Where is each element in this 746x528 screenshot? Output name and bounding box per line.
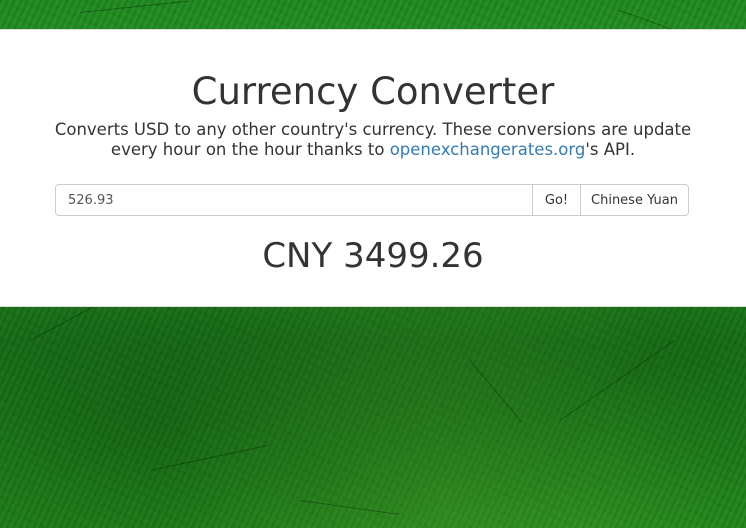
go-button[interactable]: Go! [533,184,581,216]
conversion-result: CNY 3499.26 [262,236,484,276]
page-title: Currency Converter [191,70,555,113]
description-after-link: 's API. [585,140,636,159]
currency-select-button[interactable]: Chinese Yuan [581,184,689,216]
description-text: Converts USD to any other country's curr… [40,120,706,160]
converter-input-group: Go! Chinese Yuan [55,184,689,216]
amount-input[interactable] [55,184,533,216]
openexchangerates-link[interactable]: openexchangerates.org [390,140,586,159]
converter-panel: Currency Converter Converts USD to any o… [0,29,746,307]
